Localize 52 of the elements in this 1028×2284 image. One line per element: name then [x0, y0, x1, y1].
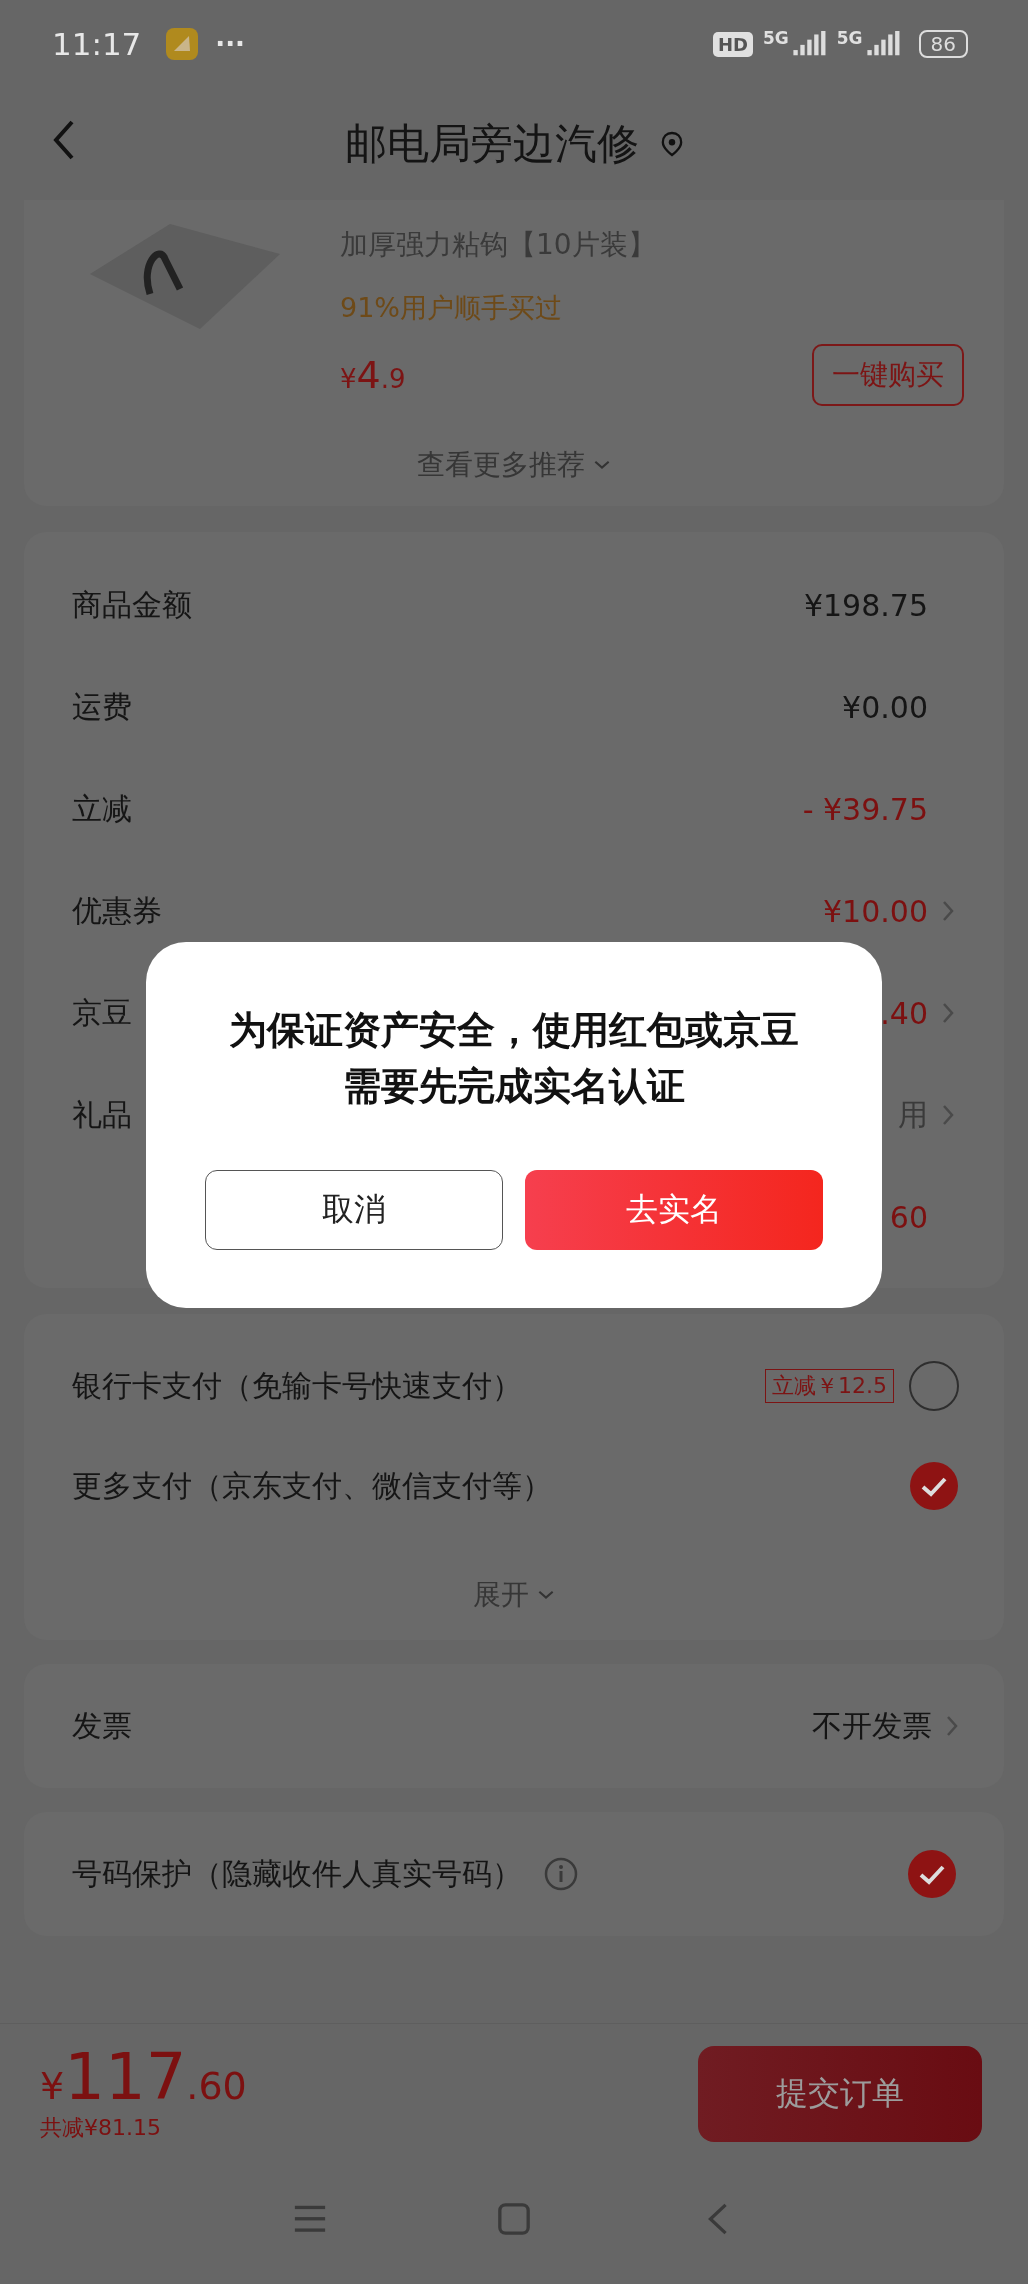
- chevron-right-icon[interactable]: [942, 1104, 954, 1126]
- summary-label: 立减: [72, 789, 132, 828]
- chevron-right-icon[interactable]: [942, 1002, 954, 1024]
- invoice-label: 发票: [72, 1706, 132, 1745]
- buy-now-button[interactable]: 一键购买: [812, 344, 964, 406]
- verify-name-button[interactable]: 去实名: [525, 1170, 823, 1250]
- battery-level: 86: [918, 30, 968, 58]
- product-social-proof: 91%用户顺手买过: [340, 291, 563, 325]
- back-icon[interactable]: [52, 118, 76, 162]
- info-icon[interactable]: [544, 1857, 578, 1891]
- invoice-value: 不开发票: [812, 1706, 932, 1745]
- home-icon[interactable]: [497, 2202, 531, 2236]
- summary-value: 60: [889, 1199, 928, 1235]
- submit-order-button[interactable]: 提交订单: [698, 2046, 982, 2142]
- chevron-down-icon: [593, 460, 611, 470]
- discount-tag: 立减￥12.5: [765, 1369, 894, 1403]
- checkbox[interactable]: [906, 1848, 958, 1900]
- page-title: 邮电局旁边汽修: [345, 118, 639, 170]
- radio-button[interactable]: [908, 1360, 960, 1412]
- radio-button[interactable]: [908, 1460, 960, 1512]
- chevron-right-icon[interactable]: [946, 1715, 958, 1737]
- summary-value: - ¥39.75: [802, 791, 928, 827]
- chevron-right-icon[interactable]: [942, 900, 954, 922]
- summary-value: ¥10.00: [823, 893, 928, 929]
- total-price: ¥117.60: [40, 2045, 248, 2109]
- product-price: ¥4.9: [340, 353, 406, 397]
- summary-value: ¥198.75: [803, 587, 928, 623]
- payment-option[interactable]: 银行卡支付（免输卡号快速支付）: [72, 1365, 522, 1407]
- signal-icon: [864, 31, 901, 57]
- network-type: 5G: [762, 28, 789, 48]
- hd-badge: HD: [712, 31, 753, 57]
- location-pin-icon[interactable]: [661, 131, 683, 157]
- cancel-button[interactable]: 取消: [205, 1170, 503, 1250]
- summary-value: .40: [880, 995, 928, 1031]
- gallery-app-icon: [165, 27, 200, 61]
- summary-label: 优惠券: [72, 891, 162, 930]
- summary-label: 商品金额: [72, 585, 192, 624]
- summary-value: ¥0.00: [842, 689, 928, 725]
- network-type: 5G: [836, 28, 863, 48]
- payment-option[interactable]: 更多支付（京东支付、微信支付等）: [72, 1465, 552, 1507]
- dialog-message: 需要先完成实名认证: [343, 1063, 685, 1110]
- number-protection-label: 号码保护（隐藏收件人真实号码）: [72, 1854, 522, 1893]
- signal-icon: [790, 31, 827, 57]
- status-time: 11:17: [52, 26, 142, 62]
- dialog-message: 为保证资产安全，使用红包或京豆: [229, 1007, 799, 1054]
- summary-label: 京豆: [72, 993, 132, 1032]
- more-notifications: ···: [215, 29, 245, 59]
- total-savings: 共减¥81.15: [40, 2114, 162, 2142]
- summary-label: 运费: [72, 687, 132, 726]
- summary-label: 礼品: [72, 1095, 132, 1134]
- chevron-down-icon: [537, 1590, 555, 1600]
- invoice-card[interactable]: 发票 不开发票: [24, 1664, 1004, 1788]
